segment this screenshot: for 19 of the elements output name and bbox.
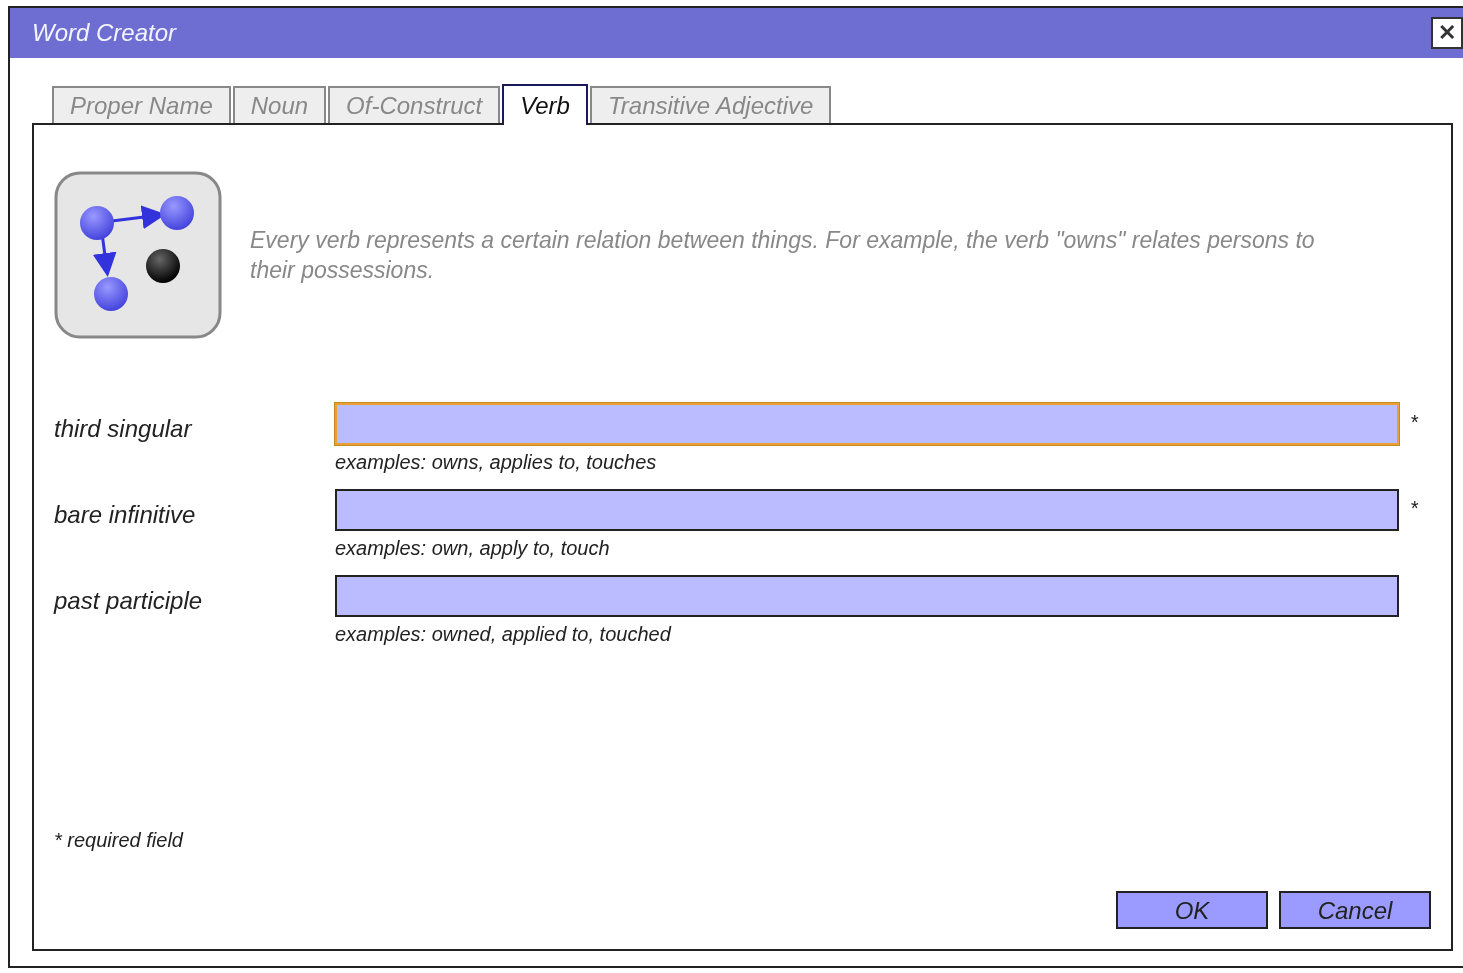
- field-hint: examples: own, apply to, touch: [335, 536, 611, 561]
- tab[interactable]: Verb: [502, 84, 588, 125]
- required-mark: *: [1410, 411, 1418, 433]
- description-text: Every verb represents a certain relation between things. For example, the verb "owns" relates persons to their possessions.: [250, 226, 1316, 285]
- field-label: third singular: [54, 414, 194, 444]
- field-label: bare infinitive: [54, 500, 197, 530]
- required-note: * required field: [54, 828, 185, 853]
- close-button[interactable]: ✕: [1431, 17, 1463, 49]
- text-field[interactable]: [335, 403, 1399, 445]
- text-field[interactable]: [335, 489, 1399, 531]
- field-hint: examples: owned, applied to, touched: [335, 622, 673, 647]
- text-field[interactable]: [335, 575, 1399, 617]
- window-title: Word Creator: [32, 18, 177, 48]
- required-mark: *: [1410, 497, 1418, 519]
- relation-graph-icon: [54, 171, 222, 339]
- field-hint: examples: owns, applies to, touches: [335, 450, 658, 475]
- ok-button[interactable]: OK: [1116, 891, 1268, 929]
- field-label: past participle: [54, 586, 204, 616]
- cancel-button[interactable]: Cancel: [1279, 891, 1431, 929]
